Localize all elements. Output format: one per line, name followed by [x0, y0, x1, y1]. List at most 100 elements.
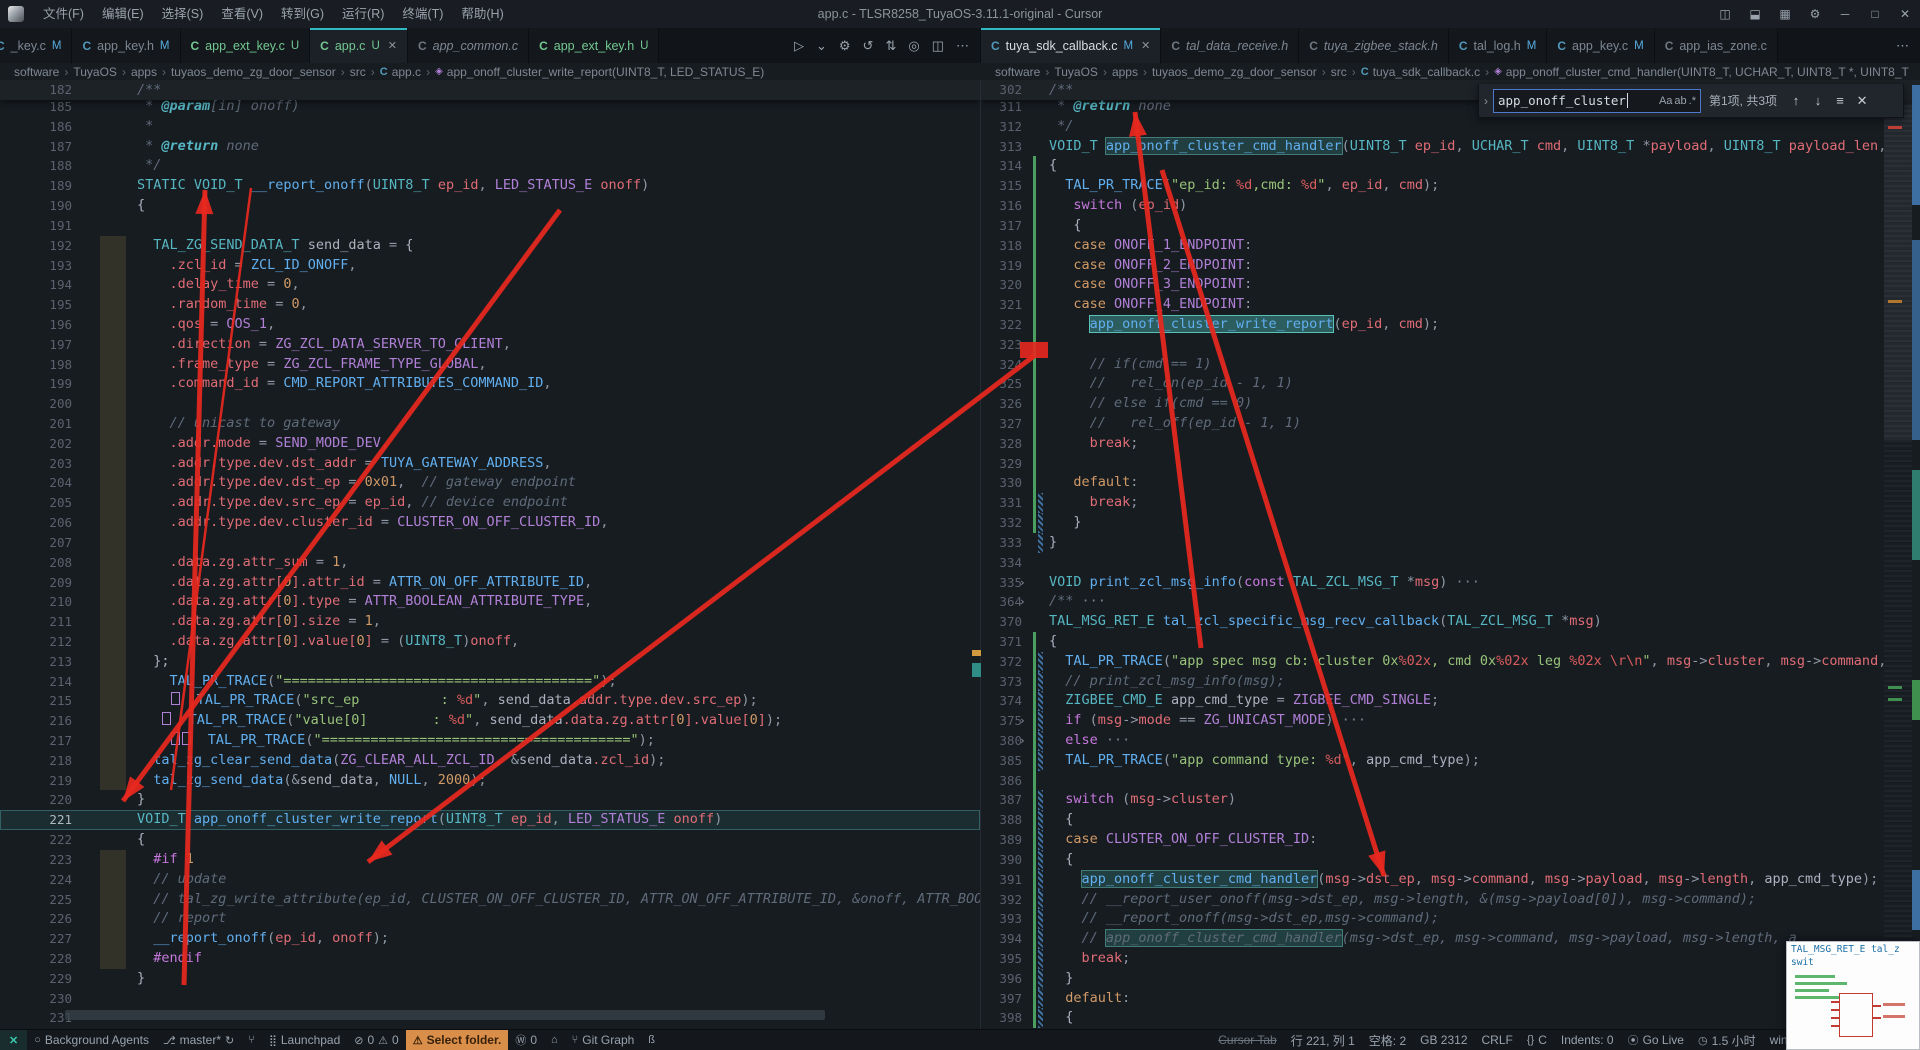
code-line[interactable]: 188 */: [0, 156, 980, 176]
fold-chevron-icon[interactable]: ›: [1019, 592, 1026, 612]
code-line[interactable]: 323: [981, 334, 1884, 355]
git-compare-item[interactable]: ⑂: [241, 1030, 262, 1050]
code-line[interactable]: 318 case ONOFF_1_ENDPOINT:: [981, 235, 1884, 256]
breadcrumb-item[interactable]: software: [14, 65, 59, 79]
picture-in-picture-overlay[interactable]: TAL_MSG_RET_E tal_z swit: [1786, 941, 1920, 1050]
tab-app_key.h[interactable]: Capp_key.h M: [72, 28, 181, 63]
breadcrumb-item[interactable]: TuyaOS: [73, 65, 117, 79]
git-compare-icon[interactable]: ⇅: [880, 38, 901, 54]
code-line[interactable]: 313 VOID_T app_onoff_cluster_cmd_handler(…: [981, 137, 1884, 157]
breadcrumb-symbol[interactable]: app_onoff_cluster_cmd_handler(UINT8_T, U…: [1506, 65, 1909, 79]
more-tabs-icon[interactable]: ⋯: [1891, 38, 1914, 54]
code-line[interactable]: 227 __report_onoff(ep_id, onoff);: [0, 929, 980, 949]
code-line[interactable]: 209 .data.zg.attr[0].attr_id = ATTR_ON_O…: [0, 572, 980, 593]
code-line[interactable]: 321 case ONOFF_4_ENDPOINT:: [981, 295, 1884, 315]
code-line[interactable]: 212 .data.zg.attr[0].value[0] = (UINT8_T…: [0, 631, 980, 652]
editor-pane-left[interactable]: 185 * @param[in] onoff) 186 * 187 * @retur…: [0, 80, 981, 1029]
code-line[interactable]: 317 {: [981, 215, 1884, 236]
menu-选择(S)[interactable]: 选择(S): [153, 0, 213, 28]
menu-运行(R)[interactable]: 运行(R): [333, 0, 393, 28]
code-line[interactable]: 397 default:: [981, 988, 1884, 1009]
tab-app_ext_key.c[interactable]: Capp_ext_key.c U: [180, 28, 311, 63]
code-line[interactable]: 312 */: [981, 117, 1884, 137]
encoding[interactable]: GB 2312: [1413, 1030, 1474, 1050]
code-line[interactable]: 380 › else ···: [981, 731, 1884, 751]
code-line[interactable]: 398 {: [981, 1008, 1884, 1029]
code-line[interactable]: 204 .addr.type.dev.dst_ep = 0x01, // gat…: [0, 473, 980, 494]
code-line[interactable]: 201 // unicast to gateway: [0, 414, 980, 434]
code-line[interactable]: 228 #endif: [0, 948, 980, 969]
code-line[interactable]: 224 // update: [0, 869, 980, 890]
tab-app_common.c[interactable]: Capp_common.c: [407, 28, 530, 63]
code-line[interactable]: 315 TAL_PR_TRACE("ep_id: %d,cmd: %d", ep…: [981, 176, 1884, 197]
code-line[interactable]: 324 // if(cmd == 1): [981, 354, 1884, 375]
breadcrumb-item[interactable]: tuyaos_demo_zg_door_sensor: [171, 65, 336, 79]
menu-文件(F)[interactable]: 文件(F): [34, 0, 93, 28]
home-item[interactable]: ⌂: [544, 1030, 565, 1050]
breadcrumb-item[interactable]: src: [1331, 65, 1347, 79]
code-line[interactable]: 334: [981, 553, 1884, 573]
code-line[interactable]: 325 // rel_on(ep_id - 1, 1): [981, 374, 1884, 395]
menu-帮助(H)[interactable]: 帮助(H): [452, 0, 512, 28]
code-line[interactable]: 330 default:: [981, 473, 1884, 494]
tab-tuya_sdk_callback.c[interactable]: Ctuya_sdk_callback.c M ✕: [981, 28, 1162, 63]
problems-item[interactable]: ⊘ 0 ⚠ 0: [347, 1030, 405, 1050]
find-next-icon[interactable]: ↓: [1807, 93, 1829, 109]
find-in-selection-icon[interactable]: ≡: [1829, 93, 1851, 109]
code-line[interactable]: 219 tal_zg_send_data(&send_data, NULL, 2…: [0, 770, 980, 791]
tab-_key.c[interactable]: C _key.c M: [0, 28, 73, 63]
menu-查看(V)[interactable]: 查看(V): [212, 0, 272, 28]
code-line[interactable]: 316 switch (ep_id): [981, 196, 1884, 216]
tab-app_ias_zone.c[interactable]: Capp_ias_zone.c: [1654, 28, 1778, 63]
sticky-scroll-line[interactable]: 182 /**: [0, 80, 980, 100]
code-line[interactable]: 393 // __report_onoff(msg->dst_ep,msg->c…: [981, 909, 1884, 930]
minimize-button[interactable]: ─: [1830, 7, 1860, 21]
code-line[interactable]: 211 .data.zg.attr[0].size = 1,: [0, 612, 980, 632]
code-line[interactable]: 230: [0, 989, 980, 1009]
code-line[interactable]: 319 case ONOFF_2_ENDPOINT:: [981, 255, 1884, 276]
layout-grid-icon[interactable]: ▦: [1770, 7, 1800, 21]
code-line[interactable]: 221 VOID_T app_onoff_cluster_write_report…: [0, 810, 980, 831]
code-line[interactable]: 200: [0, 394, 980, 414]
code-line[interactable]: 335 › VOID print_zcl_msg_info(const TAL_ZC…: [981, 573, 1884, 593]
code-line[interactable]: 329: [981, 453, 1884, 474]
editor-pane-right[interactable]: 311 * @return none 312 */313 VOID_T app_on…: [981, 80, 1920, 1029]
cursor-position[interactable]: 行 221, 列 1: [1284, 1030, 1362, 1050]
code-line[interactable]: 390 {: [981, 849, 1884, 870]
breadcrumb-file[interactable]: tuya_sdk_callback.c: [1373, 65, 1480, 79]
code-line[interactable]: 198 .frame_type = ZG_ZCL_FRAME_TYPE_GLOB…: [0, 354, 980, 375]
menu-转到(G)[interactable]: 转到(G): [272, 0, 333, 28]
git-graph-item[interactable]: ⑂ Git Graph: [565, 1030, 642, 1050]
code-line[interactable]: 331 break;: [981, 493, 1884, 514]
code-line[interactable]: 225 // tal_zg_write_attribute(ep_id, CLU…: [0, 889, 980, 910]
code-line[interactable]: 226 // report: [0, 909, 980, 930]
code-line[interactable]: 191: [0, 216, 980, 236]
tab-app_ext_key.h[interactable]: Capp_ext_key.h U: [529, 28, 660, 63]
code-line[interactable]: 322 app_onoff_cluster_write_report(ep_id…: [981, 314, 1884, 335]
close-tab-icon[interactable]: ✕: [1141, 39, 1150, 52]
code-line[interactable]: 364 ›/** ···: [981, 592, 1884, 612]
maximize-button[interactable]: □: [1860, 7, 1890, 21]
horizontal-scrollbar[interactable]: [65, 1010, 825, 1020]
code-line[interactable]: 192 TAL_ZG_SEND_DATA_T send_data = {: [0, 235, 980, 256]
find-expand-icon[interactable]: ›: [1479, 94, 1493, 108]
indentation[interactable]: 空格: 2: [1362, 1030, 1413, 1050]
tab-tuya_zigbee_stack.h[interactable]: Ctuya_zigbee_stack.h: [1299, 28, 1449, 63]
breadcrumb-left[interactable]: software › TuyaOS › apps › tuyaos_demo_zg_door…: [14, 63, 974, 80]
code-line[interactable]: 222 {: [0, 830, 980, 850]
minimap-slider[interactable]: [1884, 80, 1912, 440]
code-line[interactable]: 372 TAL_PR_TRACE("app spec msg cb: clust…: [981, 651, 1884, 672]
toggle-panel-icon[interactable]: ⬓: [1740, 7, 1770, 21]
run-settings-icon[interactable]: ⚙: [834, 38, 856, 54]
code-line[interactable]: 223 #if 1: [0, 849, 980, 870]
code-line[interactable]: 213 };: [0, 651, 980, 672]
select-folder-warning[interactable]: ⚠ Select folder.: [405, 1029, 509, 1050]
code-line[interactable]: 214 TAL_PR_TRACE("======================…: [0, 671, 980, 692]
tab-tal_data_receive.h[interactable]: Ctal_data_receive.h: [1161, 28, 1300, 63]
code-line[interactable]: 320 case ONOFF_3_ENDPOINT:: [981, 275, 1884, 296]
code-line[interactable]: 206 .addr.type.dev.cluster_id = CLUSTER_…: [0, 513, 980, 533]
breadcrumb-item[interactable]: TuyaOS: [1054, 65, 1098, 79]
port-item[interactable]: Ⓦ 0: [508, 1030, 544, 1050]
extension-item[interactable]: ß: [641, 1030, 662, 1050]
code-line[interactable]: 229}: [0, 969, 980, 989]
